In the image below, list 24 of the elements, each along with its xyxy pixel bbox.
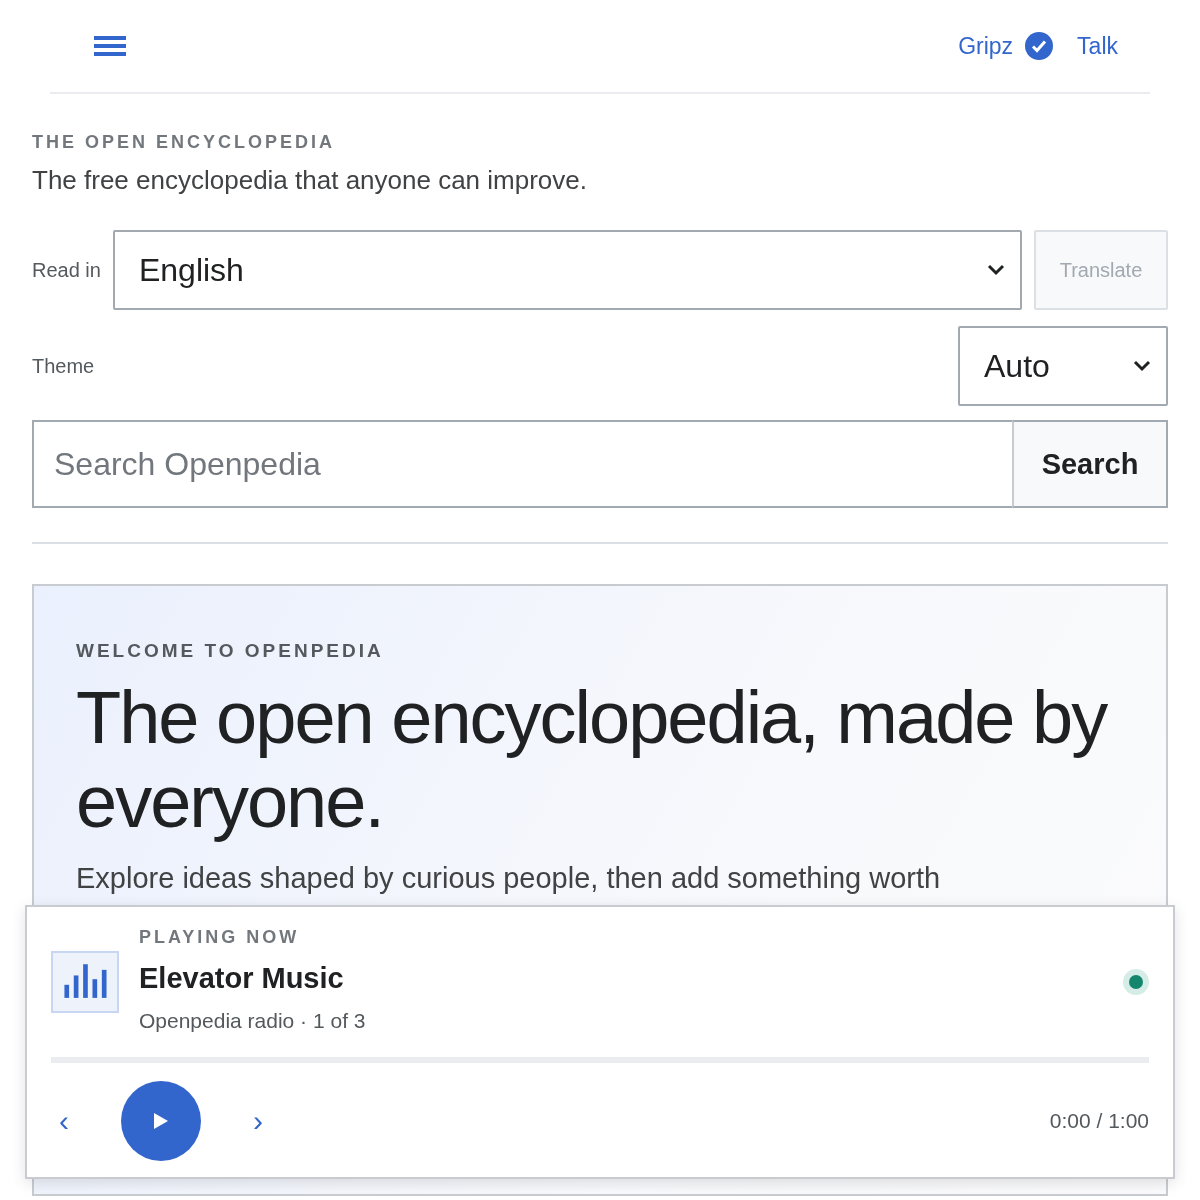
search-button[interactable]: Search (1012, 420, 1168, 508)
hero-eyebrow: WELCOME TO OPENPEDIA (76, 640, 385, 662)
language-label: Read in (32, 258, 101, 282)
search-field[interactable]: Search Openpedia (32, 420, 1012, 508)
language-select[interactable]: English (112, 230, 1022, 310)
chevron-down-icon (986, 263, 1006, 277)
theme-select[interactable]: Auto (958, 326, 1168, 406)
equalizer-icon (51, 951, 119, 1013)
user-link[interactable]: Gripz (958, 32, 1014, 60)
track-title: Elevator Music (139, 962, 345, 995)
site-tagline: The free encyclopedia that anyone can improve. (32, 165, 588, 196)
hero-title: The open encyclopedia, made by everyone. (76, 676, 1108, 844)
time-readout: 0:00 / 1:00 (1049, 1109, 1149, 1133)
talk-link[interactable]: Talk (1077, 32, 1118, 60)
track-subtitle: Openpedia radio · 1 of 3 (139, 1009, 367, 1033)
menu-icon[interactable] (94, 33, 126, 59)
hero-text: Explore ideas shaped by curious people, then add something worth (76, 862, 942, 894)
site-eyebrow: THE OPEN ENCYCLOPEDIA (32, 132, 337, 153)
chevron-down-icon (1132, 359, 1152, 373)
player-status: PLAYING NOW (139, 927, 301, 948)
next-button[interactable]: › (245, 1104, 271, 1138)
play-icon (152, 1111, 170, 1131)
theme-label: Theme (32, 354, 95, 378)
previous-button[interactable]: ‹ (51, 1104, 77, 1138)
